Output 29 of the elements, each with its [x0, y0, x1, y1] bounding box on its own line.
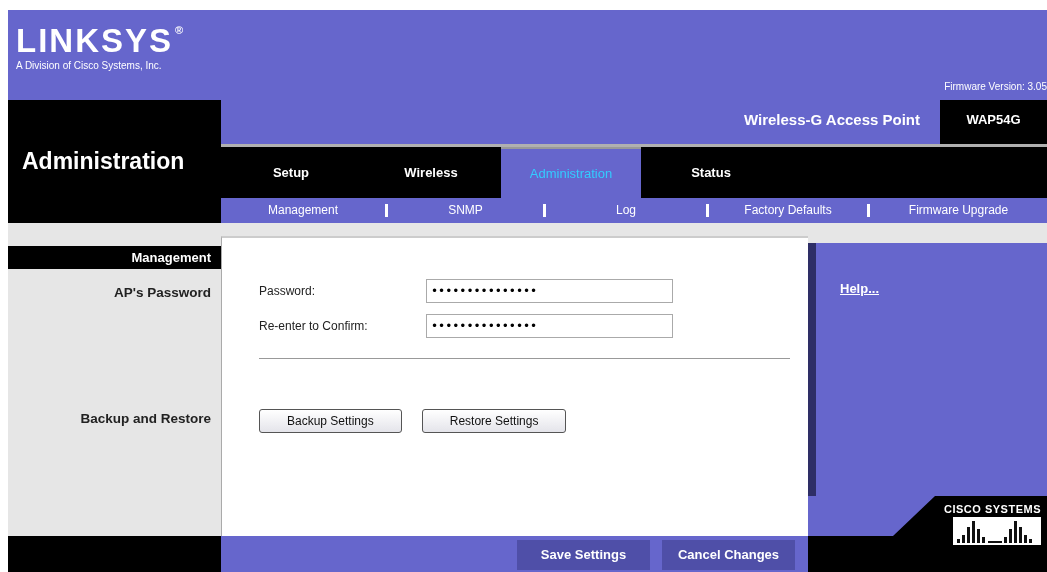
- sidebar-header: Management: [8, 246, 221, 269]
- sub-nav-link[interactable]: Firmware Upgrade: [908, 204, 1009, 217]
- sub-nav-link[interactable]: SNMP: [448, 204, 483, 217]
- brand-logo: LINKSYS: [16, 24, 174, 58]
- footer-button[interactable]: Cancel Changes: [662, 539, 795, 570]
- field-label: Re-enter to Confirm:: [259, 319, 369, 333]
- nav-tab[interactable]: Setup: [221, 147, 361, 198]
- password-field[interactable]: •••••••••••••••: [426, 279, 673, 303]
- nav-tab[interactable]: Wireless: [361, 147, 501, 198]
- sub-nav-link[interactable]: Management: [267, 204, 338, 217]
- registered-mark: ®: [175, 24, 186, 36]
- action-button[interactable]: Restore Settings: [421, 409, 567, 433]
- help-link[interactable]: Help...: [840, 281, 879, 296]
- sub-nav-link[interactable]: Log: [616, 204, 636, 217]
- firmware-version: Firmware Version: 3.05: [944, 81, 1047, 92]
- nav-tab[interactable]: Status: [641, 147, 781, 198]
- sub-nav-link[interactable]: Factory Defaults: [744, 204, 832, 217]
- field-label: Password:: [259, 284, 317, 298]
- product-name: Wireless-G Access Point: [743, 110, 921, 130]
- section-label: AP's Password: [114, 285, 211, 302]
- section-label: Backup and Restore: [80, 411, 211, 426]
- action-button[interactable]: Backup Settings: [259, 409, 402, 433]
- model-label: WAP54G: [940, 100, 1047, 144]
- vendor-logo: CISCO SYSTEMS: [944, 503, 1041, 515]
- page-title: Administration: [22, 148, 185, 175]
- password-field[interactable]: •••••••••••••••: [426, 314, 673, 338]
- brand-tagline: A Division of Cisco Systems, Inc.: [16, 60, 163, 71]
- signal-bars-icon: [953, 517, 1041, 545]
- footer-button[interactable]: Save Settings: [517, 539, 650, 570]
